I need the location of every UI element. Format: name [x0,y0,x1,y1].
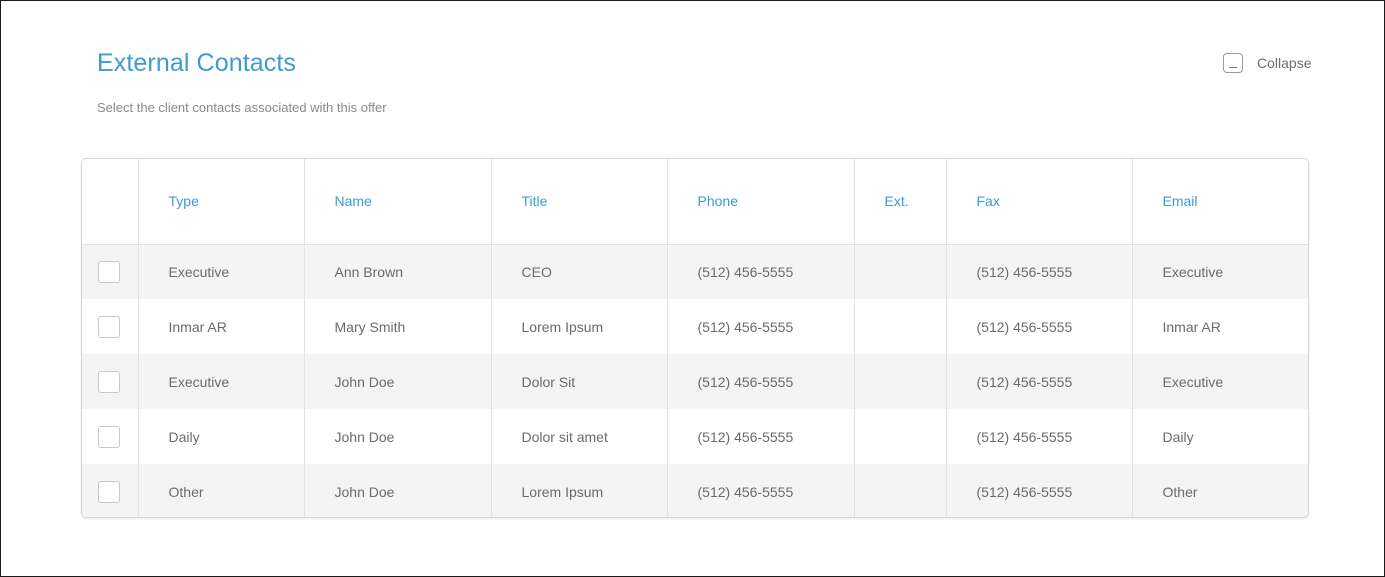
cell-email: Executive [1131,354,1308,409]
table-header-row: Type Name Title Phone Ext. Fax Email [82,159,1308,245]
cell-type: Other [137,464,304,517]
table-row: Inmar AR Mary Smith Lorem Ipsum (512) 45… [82,299,1308,354]
row-checkbox[interactable] [98,260,120,283]
row-select-cell [82,299,138,354]
cell-ext [853,464,946,517]
column-header-type[interactable]: Type [137,159,304,245]
cell-phone: (512) 456-5555 [666,409,854,464]
cell-type: Inmar AR [137,299,304,354]
cell-fax: (512) 456-5555 [945,354,1132,409]
cell-fax: (512) 456-5555 [945,299,1132,354]
cell-email: Executive [1131,244,1308,299]
cell-title: Dolor sit amet [490,409,667,464]
cell-name: Ann Brown [303,244,491,299]
cell-phone: (512) 456-5555 [666,464,854,517]
cell-name: John Doe [303,464,491,517]
collapse-button[interactable]: Collapse [1223,53,1311,73]
cell-ext [853,244,946,299]
column-header-email[interactable]: Email [1131,159,1308,245]
cell-ext [853,409,946,464]
cell-fax: (512) 456-5555 [945,244,1132,299]
cell-title: Dolor Sit [490,354,667,409]
contacts-table: Type Name Title Phone Ext. Fax Email Exe… [81,158,1309,518]
cell-type: Executive [137,354,304,409]
cell-email: Other [1131,464,1308,517]
cell-phone: (512) 456-5555 [666,244,854,299]
cell-email: Inmar AR [1131,299,1308,354]
row-select-cell [82,409,138,464]
row-checkbox[interactable] [98,370,120,393]
row-checkbox[interactable] [98,480,120,503]
cell-phone: (512) 456-5555 [666,354,854,409]
column-header-ext[interactable]: Ext. [853,159,946,245]
row-checkbox[interactable] [98,425,120,448]
column-header-phone[interactable]: Phone [666,159,854,245]
cell-name: Mary Smith [303,299,491,354]
external-contacts-panel: External Contacts Select the client cont… [0,0,1385,577]
cell-name: John Doe [303,409,491,464]
cell-title: Lorem Ipsum [490,464,667,517]
table-row: Daily John Doe Dolor sit amet (512) 456-… [82,409,1308,464]
cell-title: CEO [490,244,667,299]
cell-email: Daily [1131,409,1308,464]
cell-ext [853,299,946,354]
column-header-fax[interactable]: Fax [945,159,1132,245]
cell-phone: (512) 456-5555 [666,299,854,354]
collapse-icon [1223,53,1243,73]
row-select-cell [82,354,138,409]
row-select-cell [82,464,138,517]
cell-fax: (512) 456-5555 [945,464,1132,517]
row-select-cell [82,244,138,299]
cell-name: John Doe [303,354,491,409]
cell-fax: (512) 456-5555 [945,409,1132,464]
row-checkbox[interactable] [98,315,120,338]
column-header-name[interactable]: Name [303,159,491,245]
table-row: Other John Doe Lorem Ipsum (512) 456-555… [82,464,1308,517]
table-row: Executive Ann Brown CEO (512) 456-5555 (… [82,244,1308,299]
cell-ext [853,354,946,409]
cell-title: Lorem Ipsum [490,299,667,354]
page-title: External Contacts [97,49,297,77]
cell-type: Daily [137,409,304,464]
table-row: Executive John Doe Dolor Sit (512) 456-5… [82,354,1308,409]
column-header-title[interactable]: Title [490,159,667,245]
cell-type: Executive [137,244,304,299]
header-select-cell [82,159,138,245]
collapse-label: Collapse [1257,55,1312,71]
page-subtitle: Select the client contacts associated wi… [97,100,387,115]
